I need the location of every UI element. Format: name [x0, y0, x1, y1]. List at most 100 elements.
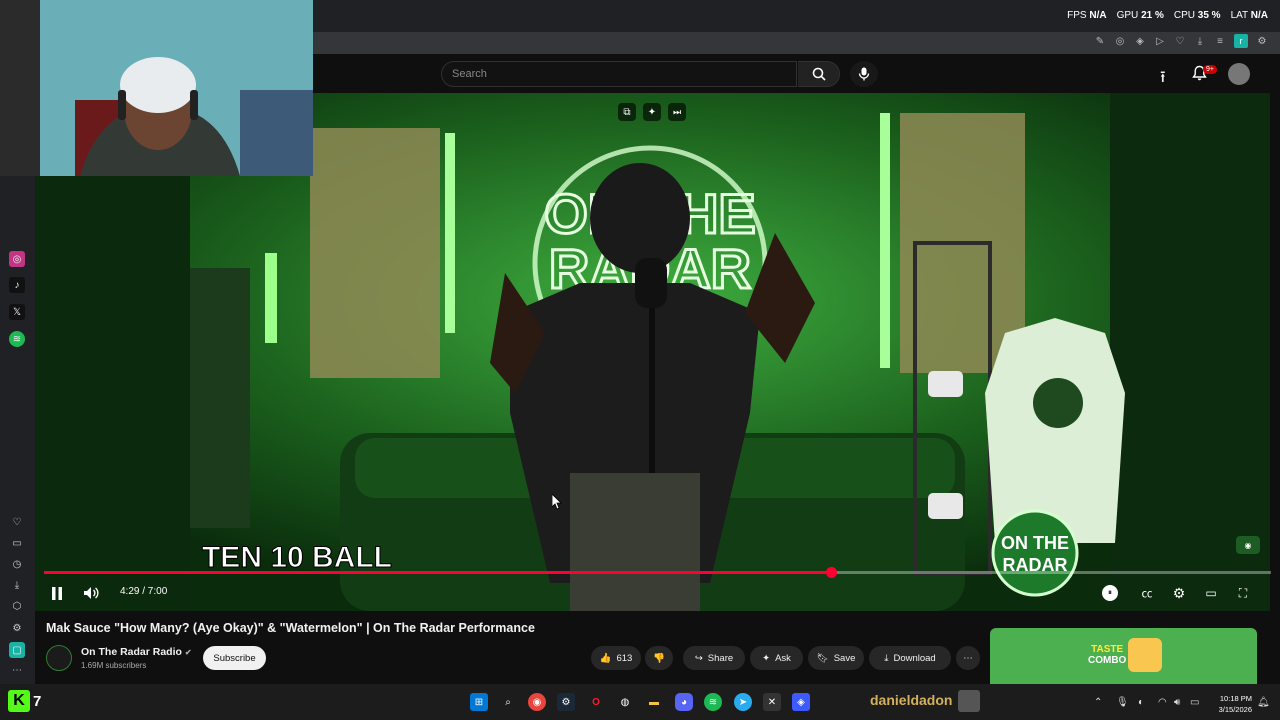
volume-button[interactable]	[82, 584, 100, 602]
search-icon	[812, 67, 826, 81]
search-button[interactable]	[798, 61, 840, 87]
spotify-icon[interactable]: ≋	[9, 331, 25, 347]
cube-icon[interactable]: ⬡	[9, 598, 25, 614]
skip-icon[interactable]: ⏭	[668, 103, 686, 121]
history-icon[interactable]: ◷	[9, 556, 25, 572]
wifi-icon[interactable]: ◠	[1158, 697, 1167, 708]
streamer-avatar	[958, 690, 980, 712]
share-button[interactable]: ↪ Share	[683, 646, 745, 670]
channel-name[interactable]: On The Radar Radio ✔	[81, 646, 192, 658]
ask-sparkle-icon: ✦	[762, 652, 771, 664]
miniplayer-icon[interactable]: ⧉	[618, 103, 636, 121]
search-input[interactable]: Search	[441, 61, 797, 87]
more-actions-button[interactable]: ⋯	[956, 646, 980, 670]
tiktok-icon[interactable]: ♪	[9, 277, 25, 293]
share-label: Share	[707, 652, 734, 664]
thumbs-up-icon: 👍	[599, 652, 612, 664]
upload-icon[interactable]: ⭱	[1160, 66, 1166, 93]
download-icon[interactable]: ⤓	[1194, 35, 1206, 47]
mic-tray-icon[interactable]: 🎙︎	[1116, 697, 1129, 708]
microphone-icon	[858, 67, 870, 81]
notification-count-badge: 9+	[1203, 65, 1217, 74]
more-icon: ⋯	[963, 652, 973, 664]
taskbar-search-icon[interactable]: ⌕	[499, 693, 517, 711]
bookmark-icon: 🔖︎	[816, 652, 829, 664]
ask-label: Ask	[775, 652, 791, 664]
time-display: 4:29 / 7:00	[120, 586, 168, 597]
channel-avatar[interactable]	[46, 645, 72, 671]
pause-icon	[52, 586, 62, 600]
more-sidebar-icon[interactable]: ⋯	[9, 662, 25, 678]
heart-sidebar-icon[interactable]: ♡	[9, 514, 25, 530]
watermark-otr-line1: ON THE	[1001, 533, 1069, 553]
taskbar-clock[interactable]: 10:18 PM 3/15/2026	[1206, 693, 1252, 715]
app-icon[interactable]: ◈	[792, 693, 810, 711]
tray-app-icon[interactable]: ◐	[1138, 697, 1144, 708]
lat-value: N/A	[1250, 10, 1268, 21]
settings-icon[interactable]: ⚙	[1256, 35, 1268, 47]
x-icon[interactable]: 𝕏	[9, 304, 25, 320]
fullscreen-icon[interactable]: ⛶	[1234, 585, 1252, 601]
spotify-taskbar-icon[interactable]: ≋	[704, 693, 722, 711]
sidebar-ad-banner[interactable]: TASTE COMBO	[990, 628, 1257, 684]
camera-icon[interactable]: ◎	[1114, 35, 1126, 47]
captions-icon[interactable]: ㏄	[1138, 585, 1156, 601]
chat-sidebar-icon[interactable]: ▭	[9, 535, 25, 551]
tray-overflow-icon[interactable]: ⌃	[1094, 697, 1102, 708]
capcut-icon[interactable]: ✕	[763, 693, 781, 711]
edit-icon[interactable]: ✎	[1094, 35, 1106, 47]
clock-date: 3/15/2026	[1218, 705, 1252, 714]
pause-button[interactable]	[48, 584, 66, 602]
chrome-icon[interactable]: ◉	[528, 693, 546, 711]
kick-logo-icon: K	[8, 690, 30, 712]
account-avatar[interactable]	[1228, 63, 1250, 85]
steam-icon[interactable]: ⚙	[557, 693, 575, 711]
volume-icon	[84, 587, 99, 599]
downloads-icon[interactable]: ⤓	[9, 577, 25, 593]
file-explorer-icon[interactable]: ▬	[645, 693, 663, 711]
watermark-ten10ball: TEN 10 BALL	[202, 541, 392, 574]
play-icon[interactable]: ▷	[1154, 35, 1166, 47]
channel-name-text: On The Radar Radio	[81, 646, 182, 658]
progress-bar-fill	[44, 571, 831, 574]
menu-icon[interactable]: ≡	[1214, 35, 1226, 47]
theater-mode-icon[interactable]: ▭	[1202, 585, 1220, 601]
volume-tray-icon[interactable]: 🔊︎	[1174, 697, 1180, 708]
download-arrow-icon: ⤓	[884, 652, 889, 664]
progress-scrubber[interactable]	[826, 567, 837, 578]
settings-gear-icon[interactable]: ⚙	[1170, 585, 1188, 601]
subscribe-button[interactable]: Subscribe	[203, 646, 266, 670]
battery-icon[interactable]: ▭	[1190, 697, 1199, 708]
autoplay-toggle[interactable]: ⏸	[1102, 585, 1118, 601]
sparkle-icon[interactable]: ✦	[643, 103, 661, 121]
dislike-button[interactable]: 👎	[645, 646, 673, 670]
instagram-icon[interactable]: ◎	[9, 251, 25, 267]
share-icon: ↪	[694, 652, 703, 664]
ask-button[interactable]: ✦ Ask	[750, 646, 803, 670]
voice-search-button[interactable]	[850, 61, 878, 87]
subscriber-count: 1.69M subscribers	[81, 661, 147, 670]
clock-time: 10:18 PM	[1219, 694, 1252, 703]
telegram-icon[interactable]: ➤	[734, 693, 752, 711]
notification-center-icon[interactable]: 🔔︎	[1257, 697, 1270, 708]
fps-label: FPS	[1067, 10, 1087, 21]
heart-icon[interactable]: ♡	[1174, 35, 1186, 47]
extension-icon[interactable]: r	[1234, 34, 1248, 48]
opera-icon[interactable]: O	[587, 693, 605, 711]
channel-watermark-icon[interactable]: ◉	[1236, 536, 1260, 554]
shield-icon[interactable]: ◈	[1134, 35, 1146, 47]
ad-text-line2: COMBO	[1088, 655, 1127, 666]
gpu-value: 21 %	[1141, 10, 1164, 21]
windows-start-icon[interactable]: ⊞	[470, 693, 488, 711]
verified-icon: ✔	[184, 648, 192, 657]
sidebar-settings-icon[interactable]: ⚙	[9, 620, 25, 636]
windows-taskbar	[0, 684, 1280, 720]
save-button[interactable]: 🔖︎ Save	[808, 646, 864, 670]
obs-icon[interactable]: ◍	[616, 693, 634, 711]
extension-sidebar-icon[interactable]: ▢	[9, 642, 25, 658]
download-button[interactable]: ⤓ Download	[869, 646, 951, 670]
like-button[interactable]: 👍 613	[591, 646, 641, 670]
ad-product-image	[1128, 638, 1162, 672]
discord-icon[interactable]: ◕	[675, 693, 693, 711]
gpu-label: GPU	[1116, 10, 1139, 21]
